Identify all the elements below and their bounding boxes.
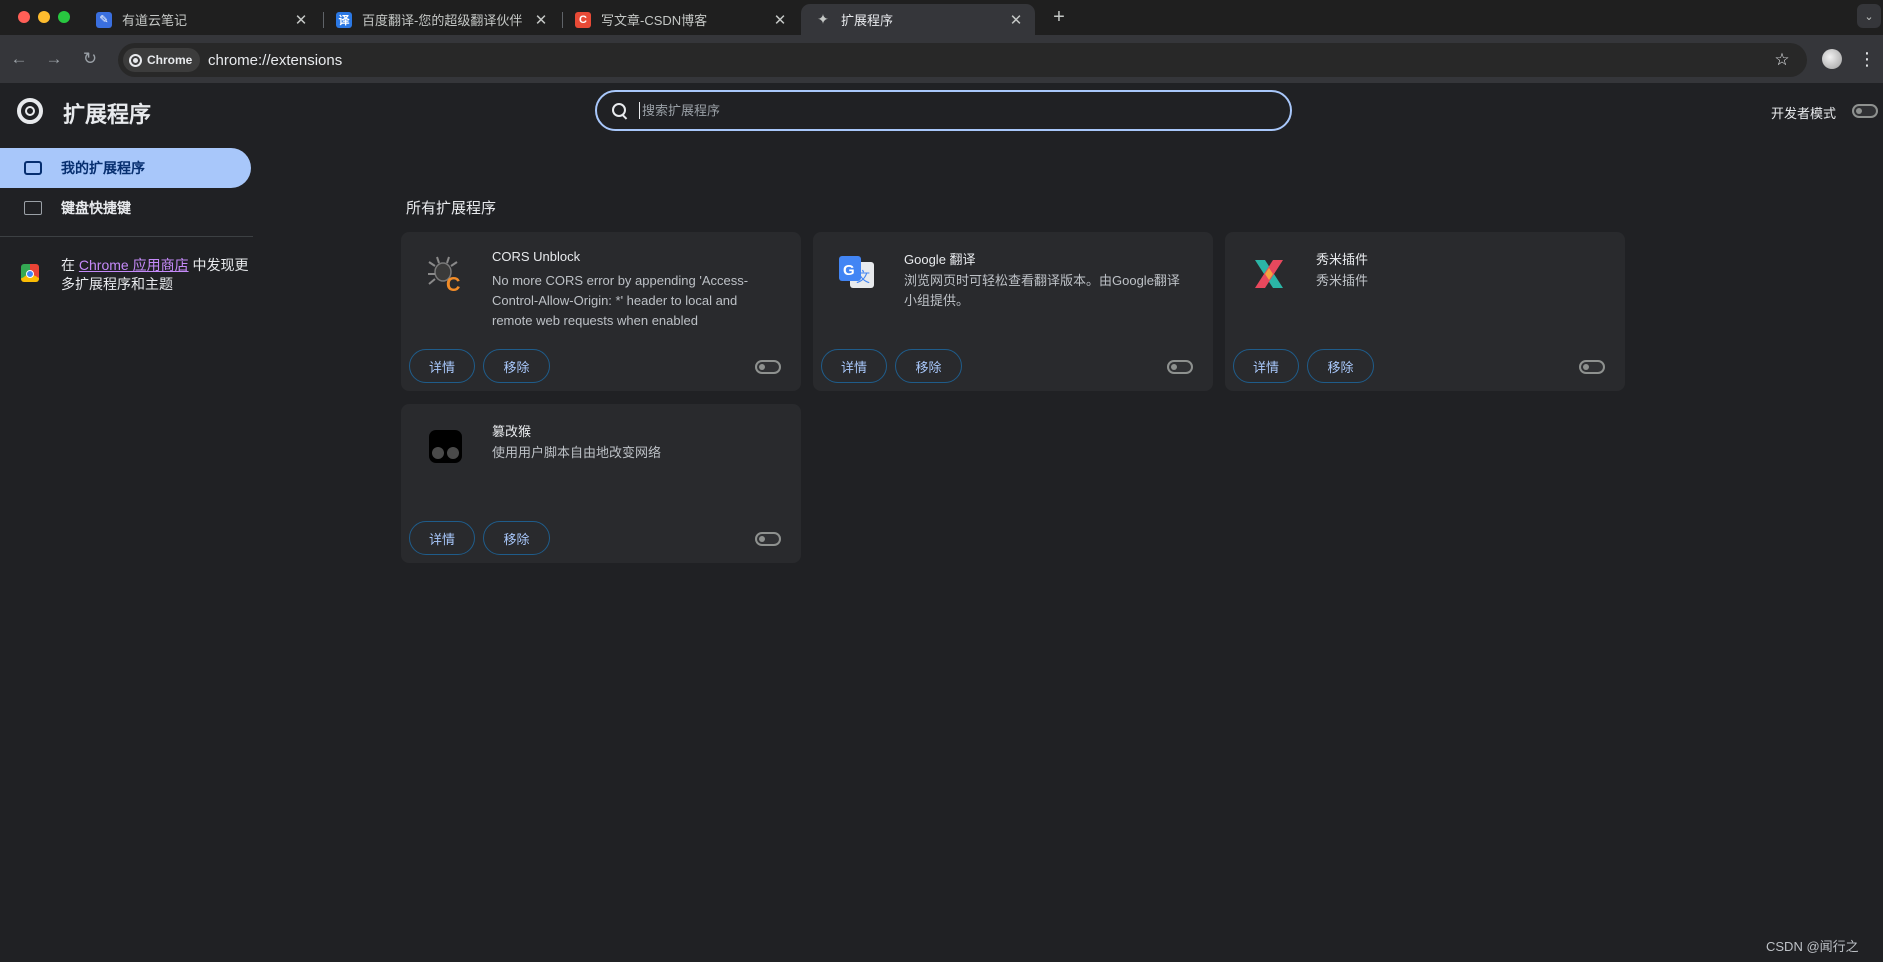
remove-button[interactable]: 移除 xyxy=(895,349,962,383)
extension-name: 秀米插件 xyxy=(1316,252,1369,267)
keyboard-icon xyxy=(24,201,42,215)
extension-description: No more CORS error by appending 'Access-… xyxy=(492,273,749,328)
extension-enable-toggle[interactable] xyxy=(755,532,781,546)
sidebar-item-label: 键盘快捷键 xyxy=(61,200,131,216)
tampermonkey-icon xyxy=(429,430,462,463)
tab-close-icon[interactable]: ✕ xyxy=(292,11,310,29)
window-close-button[interactable] xyxy=(18,11,30,23)
tab-search-button[interactable]: ⌄ xyxy=(1857,4,1881,28)
window-maximize-button[interactable] xyxy=(58,11,70,23)
csdn-icon: C xyxy=(575,11,591,28)
chrome-icon xyxy=(129,53,142,67)
tab-close-icon[interactable]: ✕ xyxy=(532,11,550,29)
extension-card-tampermonkey: 篡改猴 使用用户脚本自由地改变网络 详情 移除 xyxy=(401,404,801,563)
tab-csdn[interactable]: C 写文章-CSDN博客 ✕ xyxy=(561,4,799,35)
sidebar-divider xyxy=(0,236,253,237)
back-button[interactable]: ← xyxy=(7,47,31,71)
new-tab-button[interactable]: + xyxy=(1047,6,1071,29)
section-title: 所有扩展程序 xyxy=(406,200,497,217)
search-input[interactable] xyxy=(639,102,1244,119)
page-title: 扩展程序 xyxy=(63,102,152,127)
dev-mode-toggle[interactable] xyxy=(1852,104,1878,118)
extension-name: CORS Unblock xyxy=(492,249,581,264)
tab-title: 写文章-CSDN博客 xyxy=(601,13,708,28)
chrome-logo-icon xyxy=(17,98,43,124)
toggle-knob xyxy=(1856,108,1862,114)
extension-card-google-translate: 文 G Google 翻译 浏览网页时可轻松查看翻译版本。由Google翻译小组… xyxy=(813,232,1213,391)
browser-menu-icon[interactable]: ⋮ xyxy=(1858,47,1876,71)
puzzle-icon: ✦ xyxy=(817,11,829,27)
tab-baidu-translate[interactable]: 译 百度翻译-您的超级翻译伙伴 ✕ xyxy=(322,4,560,35)
remove-button[interactable]: 移除 xyxy=(1307,349,1374,383)
details-button[interactable]: 详情 xyxy=(1233,349,1299,383)
extension-enable-toggle[interactable] xyxy=(1579,360,1605,374)
extension-card-cors-unblock: C CORS Unblock No more CORS error by app… xyxy=(401,232,801,391)
remove-button[interactable]: 移除 xyxy=(483,349,550,383)
extension-name: Google 翻译 xyxy=(904,252,976,267)
window-minimize-button[interactable] xyxy=(38,11,50,23)
youdao-note-icon: ✎ xyxy=(96,11,112,28)
toggle-knob xyxy=(759,536,765,542)
tab-extensions[interactable]: ✦ 扩展程序 ✕ xyxy=(801,4,1035,35)
extension-card-xiumi: 秀米插件 秀米插件 详情 移除 xyxy=(1225,232,1625,391)
watermark: CSDN @闻行之 xyxy=(1766,939,1859,954)
store-prefix: 在 xyxy=(61,257,79,273)
chrome-web-store-icon xyxy=(21,264,39,282)
reload-button[interactable]: ↻ xyxy=(78,47,102,71)
page-header: 扩展程序 开发者模式 xyxy=(0,83,1883,143)
details-button[interactable]: 详情 xyxy=(409,521,475,555)
toggle-knob xyxy=(1171,364,1177,370)
svg-text:C: C xyxy=(446,274,460,294)
xiumi-icon xyxy=(1255,260,1283,288)
google-translate-icon: 文 G xyxy=(839,256,874,288)
remove-button[interactable]: 移除 xyxy=(483,521,550,555)
web-store-promo: 在 Chrome 应用商店 中发现更多扩展程序和主题 xyxy=(61,256,251,294)
extension-name: 篡改猴 xyxy=(492,424,532,439)
tab-close-icon[interactable]: ✕ xyxy=(1007,11,1025,29)
web-store-link[interactable]: Chrome 应用商店 xyxy=(79,257,189,273)
search-icon xyxy=(611,102,629,120)
extension-description: 秀米插件 xyxy=(1316,273,1369,288)
tab-youdao-note[interactable]: ✎ 有道云笔记 ✕ xyxy=(82,4,320,35)
extension-description: 使用用户脚本自由地改变网络 xyxy=(492,445,662,460)
cors-bug-icon: C xyxy=(428,256,460,294)
address-bar[interactable]: Chrome chrome://extensions ☆ xyxy=(118,43,1807,77)
baidu-translate-icon: 译 xyxy=(336,11,352,28)
tab-title: 百度翻译-您的超级翻译伙伴 xyxy=(362,13,523,28)
sidebar-item-label: 我的扩展程序 xyxy=(61,160,145,176)
sidebar-item-my-extensions[interactable]: 我的扩展程序 xyxy=(0,148,251,188)
details-button[interactable]: 详情 xyxy=(821,349,887,383)
toggle-knob xyxy=(759,364,765,370)
profile-avatar[interactable] xyxy=(1822,49,1842,69)
url-text[interactable]: chrome://extensions xyxy=(208,52,342,69)
extension-enable-toggle[interactable] xyxy=(755,360,781,374)
chip-label: Chrome xyxy=(147,53,193,67)
extension-description: 浏览网页时可轻松查看翻译版本。由Google翻译小组提供。 xyxy=(904,273,1180,308)
forward-button[interactable]: → xyxy=(42,47,66,71)
extension-enable-toggle[interactable] xyxy=(1167,360,1193,374)
toggle-knob xyxy=(1583,364,1589,370)
tab-strip: ✎ 有道云笔记 ✕ 译 百度翻译-您的超级翻译伙伴 ✕ C 写文章-CSDN博客… xyxy=(0,0,1883,35)
puzzle-icon xyxy=(24,161,42,175)
tab-title: 扩展程序 xyxy=(841,13,894,28)
dev-mode-label: 开发者模式 xyxy=(1771,106,1837,121)
details-button[interactable]: 详情 xyxy=(409,349,475,383)
browser-toolbar: ← → ↻ Chrome chrome://extensions ☆ ⋮ xyxy=(0,35,1883,83)
tab-close-icon[interactable]: ✕ xyxy=(771,11,789,29)
search-box[interactable] xyxy=(595,90,1292,131)
site-info-chip[interactable]: Chrome xyxy=(123,48,201,72)
svg-text:G: G xyxy=(843,262,855,279)
sidebar-item-keyboard-shortcuts[interactable]: 键盘快捷键 xyxy=(0,188,251,228)
tab-title: 有道云笔记 xyxy=(122,13,188,28)
bookmark-star-icon[interactable]: ☆ xyxy=(1770,48,1794,72)
